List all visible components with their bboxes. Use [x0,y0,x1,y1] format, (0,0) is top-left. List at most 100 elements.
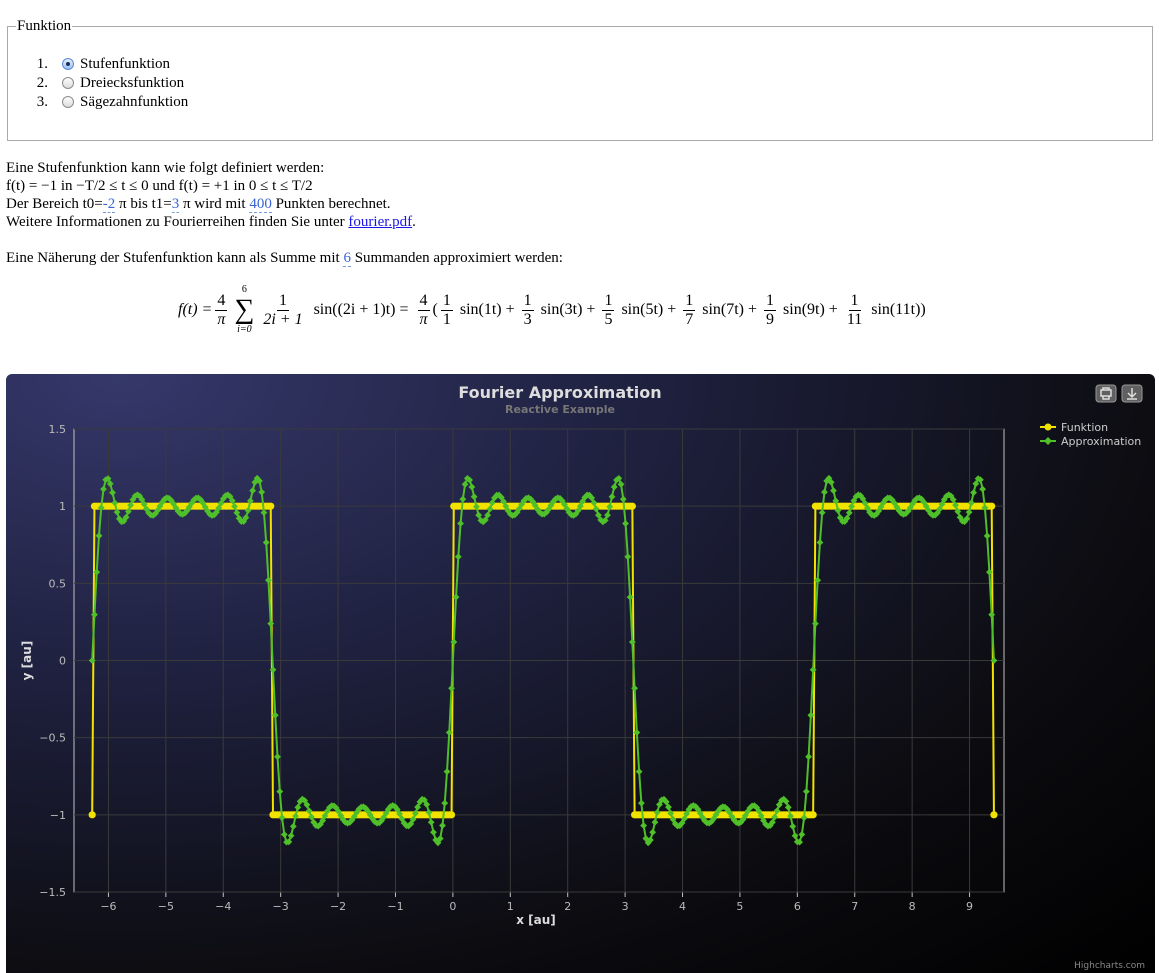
x-tick-label: 3 [622,900,629,913]
term-4-fraction: 19 [764,292,777,329]
range-text: Punkten berechnet. [271,196,391,212]
x-tick-label: 8 [909,900,916,913]
approximation-point [276,788,284,795]
approximation-point [470,493,478,501]
frac-num: 1 [602,291,615,311]
approximation-point [651,818,659,826]
term-3-function: sin(7t) + [702,301,758,318]
approximation-point [91,611,98,619]
y-tick-label: 1.5 [49,423,67,436]
term-5-fraction: 1 11 [845,292,864,329]
frac-den: 3 [523,310,532,328]
chart-title: Fourier Approximation [458,383,661,402]
range-text: Der Bereich t0= [6,196,103,212]
frac-den: 9 [766,310,775,328]
frac-num: 1 [276,291,289,311]
coef-fraction: 4π [215,292,228,329]
info-text: . [412,214,416,230]
t0-value[interactable]: -2 [102,196,116,213]
y-tick-label: −1.5 [39,886,66,899]
funktion-point [267,502,275,510]
radio-stufenfunktion[interactable] [62,58,74,70]
term-1-function: sin(3t) + [540,301,596,318]
approximation-point [608,493,616,501]
approximation-point [635,768,643,775]
frac-num: 1 [683,291,696,311]
approximation-point [631,684,638,692]
approximation-point [809,666,817,674]
approximation-point [798,831,806,838]
description-block: Eine Stufenfunktion kann wie folgt defin… [6,159,416,231]
print-button[interactable] [1095,384,1117,403]
fourier-chart: −6 −5 −4 −3 −2 −1 0 1 2 3 4 5 6 7 8 9 −1.5 −1 −0.5 0 0.5 1 1.5… [6,374,1155,973]
approximation-point [640,822,648,829]
sigma-icon: ∑ [234,294,255,325]
sum-bottom: i=0 [237,324,252,335]
funktion-point [628,502,636,510]
summands-value[interactable]: 6 [343,250,351,267]
legend-marker-circle[interactable] [1044,423,1052,431]
option-number: 2. [36,75,48,91]
frac-den: 5 [604,310,613,328]
approximation-point [990,657,998,664]
radio-dreiecksfunktion[interactable] [62,77,74,89]
range-line: Der Bereich t0=-2 π bis t1=3 π wird mit … [6,195,416,213]
option-number: 1. [36,56,48,72]
option-number: 3. [36,94,48,110]
sum-symbol: 6 ∑ i=0 [234,284,254,336]
term-1-fraction: 13 [521,292,534,329]
x-tick-label: 1 [507,900,514,913]
approximation-point [448,684,455,692]
approximation-point [789,822,797,830]
legend-item-label: Approximation [1061,435,1141,448]
description-line: Eine Stufenfunktion kann wie folgt defin… [6,160,325,176]
frac-den: π [217,310,226,328]
funktion-point [809,811,817,819]
info-line: Weitere Informationen zu Fourierreihen f… [6,213,416,231]
option-saegezahnfunktion[interactable]: 3. Sägezahnfunktion [37,93,1152,112]
approximation-point [454,553,462,561]
approximation-point [88,657,96,664]
funktion-point [990,811,998,819]
fourier-pdf-link[interactable]: fourier.pdf [348,214,412,230]
frac-den: 2i + 1 [263,310,303,328]
approximation-point [830,487,837,495]
fieldset-legend: Funktion [17,18,72,34]
x-tick-label: −1 [387,900,403,913]
option-label[interactable]: Dreiecksfunktion [80,75,184,91]
option-label[interactable]: Stufenfunktion [80,56,170,72]
option-label[interactable]: Sägezahnfunktion [80,94,188,110]
approximation-point [450,638,458,646]
approximation-point [979,485,987,493]
funktion-point [447,811,456,819]
x-tick-label: −2 [330,900,346,913]
approximation-point [617,480,625,488]
points-value[interactable]: 400 [249,196,272,213]
approximation-point [249,487,257,495]
info-text: Weitere Informationen zu Fourierreihen f… [6,214,349,230]
option-dreiecksfunktion[interactable]: 2. Dreiecksfunktion [37,74,1152,93]
approximation-point [262,539,270,546]
legend-item-label: Funktion [1061,421,1108,434]
term-3-fraction: 17 [683,291,696,329]
radio-saegezahnfunktion[interactable] [62,96,74,108]
funktion-point [88,811,96,819]
option-stufenfunktion[interactable]: 1. Stufenfunktion [37,55,1152,74]
approximation-point [970,489,978,497]
term-0-fraction: 11 [440,291,453,329]
approximation-point [267,620,275,628]
frac-num: 1 [440,291,453,311]
approximation-point [287,832,295,840]
approximation-point [439,822,446,829]
x-tick-label: 9 [966,900,973,913]
formula-lhs: f(t) = [178,301,213,318]
x-tick-label: 2 [564,900,571,913]
term-fraction: 1 2i + 1 [261,292,304,329]
legend-marker-diamond[interactable] [1044,437,1052,445]
x-tick-label: −3 [273,900,289,913]
download-button[interactable] [1121,384,1143,403]
approximation-point [983,532,991,540]
approximation-point [816,539,824,546]
y-tick-label: 1 [59,500,66,513]
x-tick-label: 4 [679,900,686,913]
